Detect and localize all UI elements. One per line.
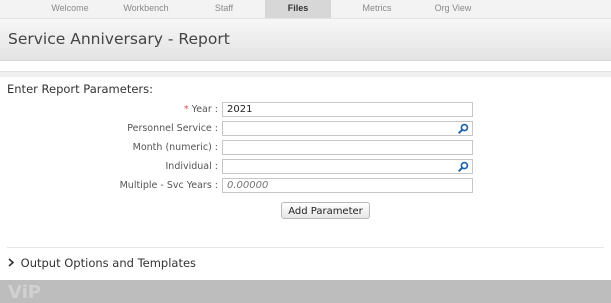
required-marker: * — [183, 104, 189, 115]
year-label: * Year : — [184, 104, 218, 115]
year-field[interactable] — [222, 102, 473, 117]
page-header: Service Anniversary - Report — [0, 19, 611, 61]
multiple-svc-years-label: Multiple - Svc Years : — [119, 180, 218, 191]
tab-files[interactable]: Files — [265, 0, 331, 18]
personnel-service-label: Personnel Service : — [127, 123, 218, 134]
multiple-svc-years-field[interactable] — [222, 178, 473, 193]
add-parameter-button[interactable]: Add Parameter — [281, 202, 370, 219]
search-icon[interactable] — [458, 161, 469, 172]
individual-field[interactable] — [222, 159, 473, 174]
personnel-service-field[interactable] — [222, 121, 473, 136]
individual-label: Individual : — [165, 161, 219, 172]
parameters-section-title: Enter Report Parameters: — [7, 82, 153, 96]
tab-staff[interactable]: Staff — [189, 0, 259, 18]
section-divider — [7, 247, 604, 248]
tab-welcome[interactable]: Welcome — [35, 0, 105, 18]
vip-logo: ViP — [8, 282, 41, 303]
month-label: Month (numeric) : — [132, 142, 218, 153]
output-options-label: Output Options and Templates — [20, 256, 197, 270]
tab-workbench[interactable]: Workbench — [111, 0, 181, 18]
header-divider — [0, 71, 611, 77]
year-label-text: Year : — [191, 104, 218, 115]
tab-metrics[interactable]: Metrics — [342, 0, 412, 18]
page-title: Service Anniversary - Report — [8, 30, 230, 48]
footer-bar: ViP — [0, 280, 611, 303]
tab-org-view[interactable]: Org View — [418, 0, 488, 18]
month-field[interactable] — [222, 140, 473, 155]
output-options-toggle[interactable]: Output Options and Templates — [7, 256, 196, 270]
search-icon[interactable] — [458, 123, 469, 134]
top-navigation: Welcome Workbench Staff Files Metrics Or… — [0, 0, 611, 19]
chevron-right-icon — [7, 256, 17, 270]
